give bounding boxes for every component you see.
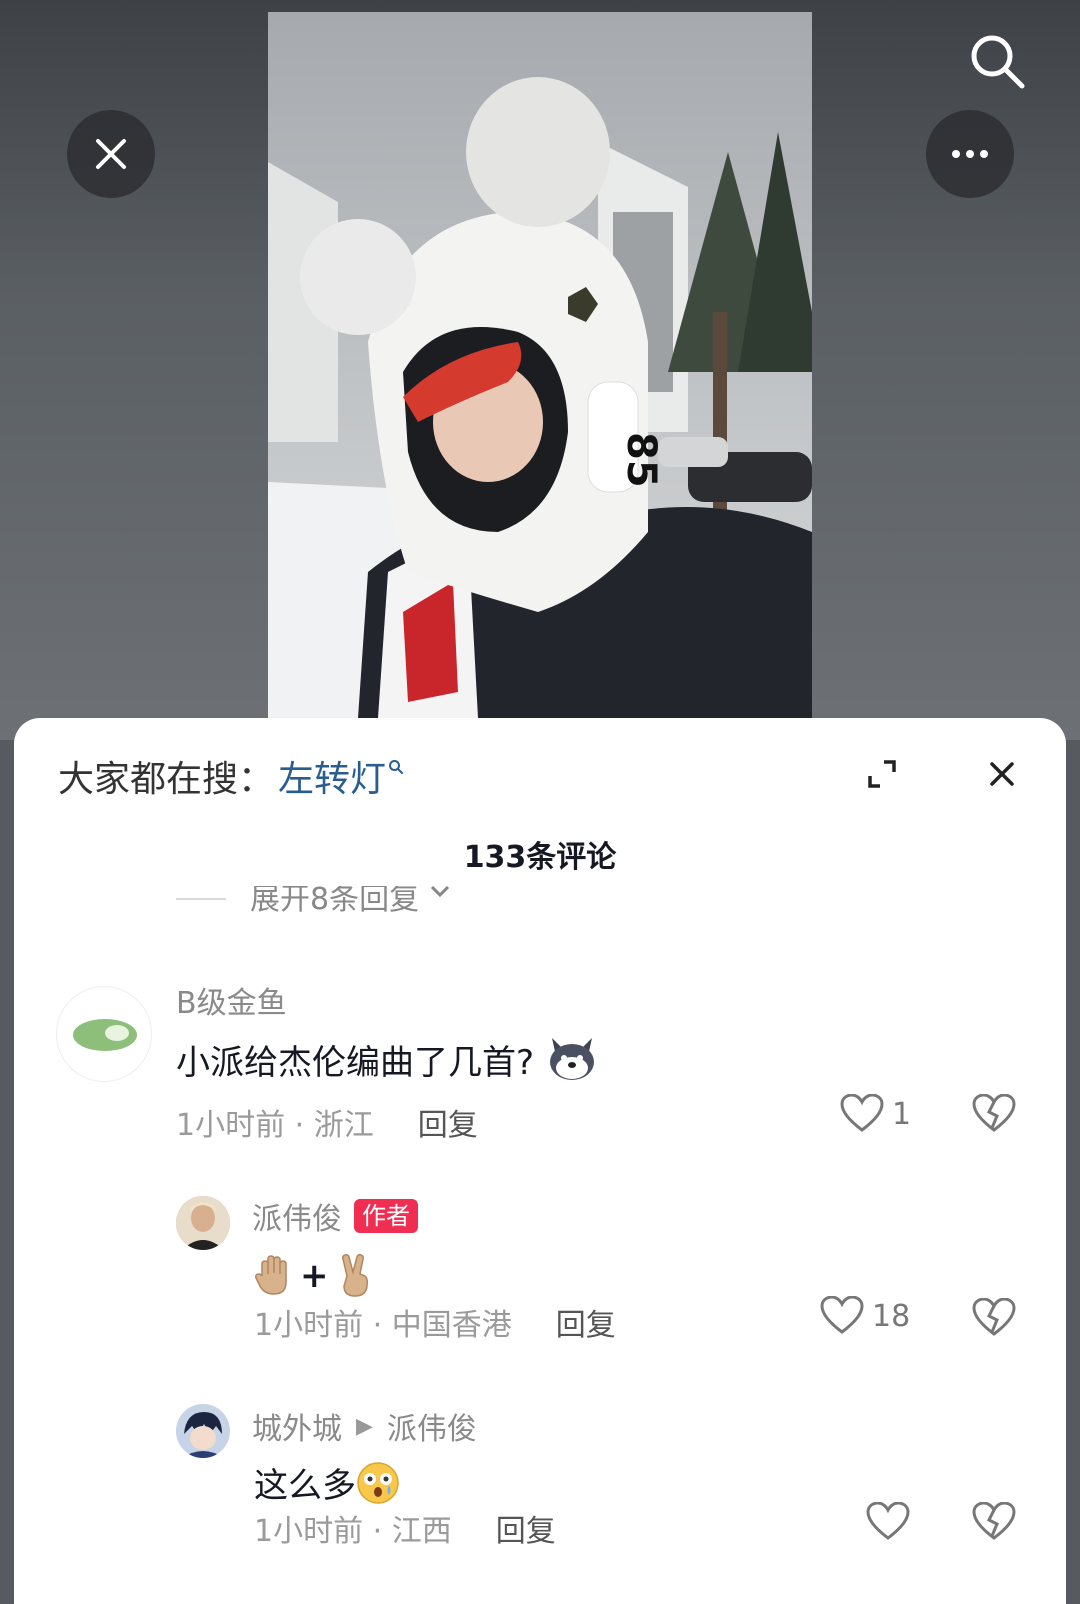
like-count: 1 (892, 1096, 912, 1132)
doge-emoji-icon (550, 1038, 595, 1080)
dislike-button[interactable] (972, 1297, 1016, 1342)
heart-icon (866, 1502, 910, 1540)
svg-text:85: 85 (618, 432, 664, 488)
reply-button[interactable]: 回复 (556, 1300, 616, 1344)
comments-count: 133条评论 (463, 840, 617, 875)
search-icon[interactable] (966, 30, 1030, 94)
close-button[interactable] (67, 110, 155, 198)
more-options-button[interactable] (926, 110, 1014, 198)
comment-meta: 1小时前 · 浙江 回复 (176, 1100, 478, 1144)
comment-text: + (254, 1254, 375, 1298)
avatar[interactable] (176, 1404, 230, 1458)
like-count: 18 (872, 1298, 911, 1334)
dislike-button[interactable] (972, 1093, 1016, 1138)
comments-sheet: 大家都在搜： 左转灯 133条评论 展开8条回复 B级金鱼 小派给杰伦编曲了几首… (14, 718, 1066, 1604)
comment-meta: 1小时前 · 中国香港 回复 (254, 1300, 616, 1344)
raised-hand-emoji-icon (255, 1255, 287, 1295)
broken-heart-icon (972, 1093, 1016, 1132)
broken-heart-icon (972, 1297, 1016, 1336)
comment-time-location: 1小时前 · 中国香港 (254, 1308, 512, 1343)
broken-heart-icon (972, 1501, 1016, 1540)
trending-prefix: 大家都在搜： (58, 759, 275, 800)
comment-author[interactable]: B级金鱼 (176, 978, 287, 1022)
dislike-button[interactable] (972, 1501, 1016, 1546)
comment-author-row: 派伟俊 作者 (252, 1194, 418, 1238)
reply-button[interactable]: 回复 (418, 1100, 478, 1144)
heart-icon (840, 1094, 884, 1132)
reply-arrow-icon: ▶ (356, 1413, 373, 1439)
comment-author[interactable]: 派伟俊 (252, 1194, 342, 1238)
comment-text-content: 这么多 (254, 1466, 356, 1506)
close-comments-icon[interactable] (984, 756, 1020, 792)
comment-time-location: 1小时前 · 江西 (254, 1514, 452, 1549)
victory-hand-emoji-icon (341, 1254, 368, 1297)
reply-button[interactable]: 回复 (496, 1506, 556, 1550)
comment-time-location: 1小时前 · 浙江 (176, 1108, 374, 1143)
heart-icon (820, 1296, 864, 1334)
like-button[interactable] (866, 1502, 918, 1542)
close-icon (96, 139, 126, 169)
comment-text: 小派给杰伦编曲了几首? (176, 1034, 598, 1084)
expand-replies-button[interactable]: 展开8条回复 (176, 886, 496, 920)
avatar[interactable] (56, 986, 152, 1082)
search-small-icon (389, 760, 404, 774)
reply-target-user[interactable]: 派伟俊 (387, 1404, 477, 1448)
comment-text-content: + (300, 1256, 329, 1296)
like-button[interactable]: 18 (820, 1296, 910, 1336)
expand-replies-label: 展开8条回复 (250, 886, 420, 917)
expand-icon[interactable] (864, 756, 900, 792)
trending-search[interactable]: 大家都在搜： 左转灯 (58, 750, 404, 802)
comment-text-content: 小派给杰伦编曲了几首? (176, 1042, 535, 1083)
chevron-down-icon (431, 886, 450, 898)
comment-meta: 1小时前 · 江西 回复 (254, 1506, 556, 1550)
comment-author-row: 城外城 ▶ 派伟俊 (252, 1404, 477, 1448)
ellipsis-icon (952, 150, 988, 158)
trending-keyword[interactable]: 左转灯 (278, 750, 386, 802)
shocked-emoji-icon (357, 1461, 399, 1504)
like-button[interactable]: 1 (840, 1094, 911, 1134)
author-badge: 作者 (354, 1199, 418, 1233)
avatar[interactable] (176, 1196, 230, 1250)
divider (176, 898, 226, 900)
comment-author[interactable]: 城外城 (252, 1404, 342, 1448)
comment-text: 这么多 (254, 1458, 400, 1507)
post-photo[interactable]: 85 (268, 12, 812, 718)
